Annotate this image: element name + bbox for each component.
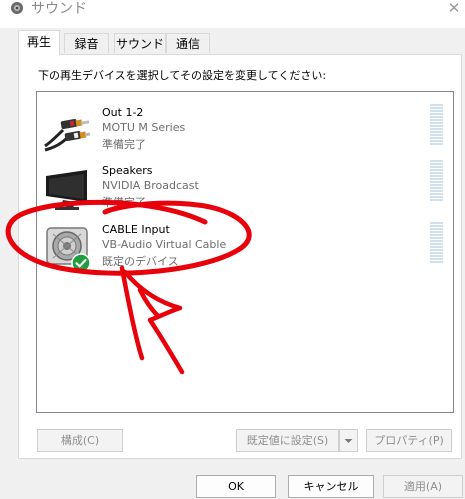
device-status: 準備完了 — [102, 196, 146, 209]
configure-button[interactable]: 構成(C) — [37, 429, 123, 452]
device-item-cable-input[interactable]: CABLE Input VB-Audio Virtual Cable 既定のデバ… — [37, 220, 453, 278]
chevron-down-icon — [344, 439, 353, 443]
device-description: VB-Audio Virtual Cable — [102, 238, 227, 251]
speaker-app-icon — [11, 2, 23, 14]
device-status: 準備完了 — [102, 138, 146, 151]
tab-playback[interactable]: 再生 — [18, 30, 60, 55]
properties-button[interactable]: プロパティ(P) — [366, 429, 452, 452]
default-check-icon — [71, 253, 91, 273]
device-name: Out 1-2 — [102, 106, 144, 119]
set-default-button[interactable]: 既定値に設定(S) — [236, 429, 339, 452]
apply-button[interactable]: 適用(A) — [383, 475, 463, 498]
device-item-speakers[interactable]: Speakers NVIDIA Broadcast 準備完了 — [37, 160, 453, 218]
monitor-icon — [46, 170, 87, 210]
device-name: Speakers — [102, 164, 153, 177]
device-status: 既定のデバイス — [102, 255, 179, 268]
instruction-text: 下の再生デバイスを選択してその設定を変更してください: — [38, 69, 327, 82]
device-item-out-1-2[interactable]: Out 1-2 MOTU M Series 準備完了 — [37, 102, 453, 160]
level-meter — [430, 104, 443, 146]
tab-recording[interactable]: 録音 — [64, 33, 109, 53]
level-meter — [430, 160, 443, 202]
set-default-dropdown-button[interactable] — [339, 429, 358, 452]
device-name: CABLE Input — [102, 223, 170, 236]
cancel-button[interactable]: キャンセル — [288, 475, 374, 498]
tab-sounds[interactable]: サウンド — [114, 33, 166, 53]
title-bar: サウンド ✕ — [0, 0, 465, 28]
device-list[interactable]: Out 1-2 MOTU M Series 準備完了 Speakers NVID… — [36, 91, 454, 413]
device-description: NVIDIA Broadcast — [102, 179, 199, 192]
window-title: サウンド — [31, 1, 87, 17]
tab-communications[interactable]: 通信 — [166, 33, 210, 53]
rca-cable-icon — [44, 118, 91, 152]
device-description: MOTU M Series — [102, 121, 186, 134]
close-button[interactable]: ✕ — [444, 0, 464, 19]
level-meter — [430, 222, 443, 264]
ok-button[interactable]: OK — [196, 475, 276, 498]
